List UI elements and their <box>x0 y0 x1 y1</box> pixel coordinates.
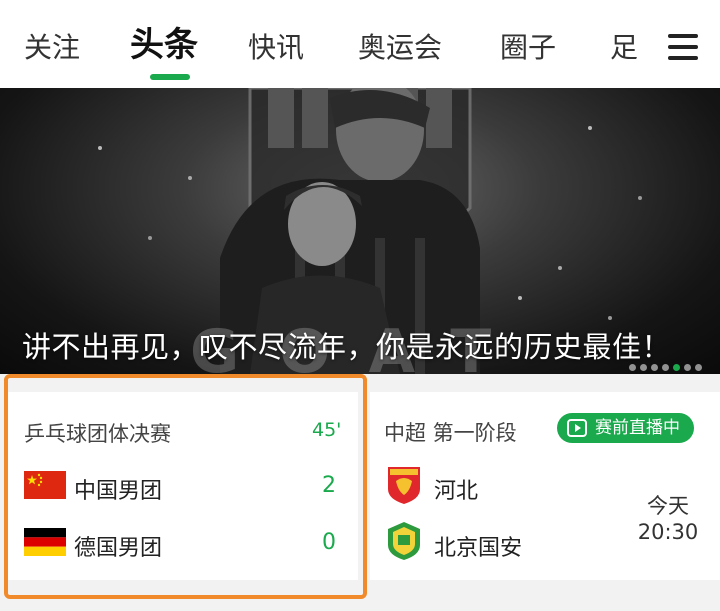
top-tab-bar: 关注 头条 快讯 奥运会 圈子 足 <box>0 0 720 88</box>
tab-olympics[interactable]: 奥运会 <box>358 28 442 68</box>
team-name: 北京国安 <box>434 536 523 561</box>
hero-caption: 讲不出再见，叹不尽流年，你是永远的历史最佳！ <box>22 330 672 364</box>
match-minute: 45' <box>312 419 342 441</box>
match-time: 20:30 <box>637 520 699 544</box>
germany-flag-icon <box>24 528 66 556</box>
tab-flash-news[interactable]: 快讯 <box>248 28 304 68</box>
carousel-dot[interactable] <box>651 364 658 371</box>
tab-football[interactable]: 足 <box>610 28 638 68</box>
competition-name: 乒乓球团体决赛 <box>24 422 171 446</box>
carousel-dot[interactable] <box>684 364 691 371</box>
active-tab-indicator <box>150 74 190 80</box>
team-name: 河北 <box>434 479 479 504</box>
competition-name: 中超 第一阶段 <box>384 421 517 445</box>
tab-headlines[interactable]: 头条 <box>130 25 198 65</box>
carousel-dot[interactable] <box>629 364 636 371</box>
live-badge-label: 赛前直播中 <box>595 418 680 438</box>
team-score: 2 <box>322 473 336 498</box>
carousel-dots <box>625 364 702 372</box>
hero-banner[interactable]: GOAT 讲不出再见，叹不尽流年，你是永远的历史最佳！ <box>0 88 720 374</box>
hamburger-menu-icon[interactable] <box>668 34 698 60</box>
china-flag-icon <box>24 471 66 499</box>
hebei-club-logo <box>386 465 422 505</box>
beijing-guoan-logo <box>386 521 422 561</box>
tab-follow[interactable]: 关注 <box>24 28 80 68</box>
live-play-icon <box>567 419 587 437</box>
carousel-dot[interactable] <box>673 364 680 371</box>
carousel-dot[interactable] <box>695 364 702 371</box>
team-name: 德国男团 <box>74 536 163 561</box>
carousel-dot[interactable] <box>640 364 647 371</box>
pre-match-live-badge[interactable]: 赛前直播中 <box>557 413 694 443</box>
carousel-dot[interactable] <box>662 364 669 371</box>
match-day: 今天 <box>647 494 689 518</box>
team-name: 中国男团 <box>74 479 163 504</box>
team-score: 0 <box>322 530 336 555</box>
tab-circles[interactable]: 圈子 <box>500 28 556 68</box>
